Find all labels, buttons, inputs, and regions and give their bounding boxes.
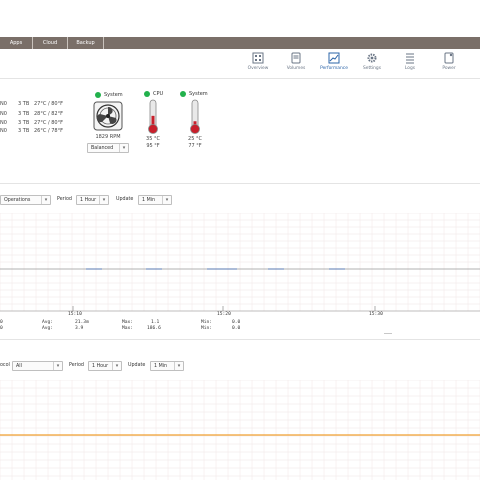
protocol-label: ocol xyxy=(0,363,10,368)
protocol-select[interactable]: All ▾ xyxy=(12,361,63,371)
system-thermometer-icon xyxy=(190,99,200,134)
metric-select[interactable]: Operations ▾ xyxy=(0,195,51,205)
toolbar-performance-button[interactable]: Performance xyxy=(314,52,354,76)
fan-status-dot xyxy=(95,92,101,98)
protocol-value: All xyxy=(16,364,22,369)
period-value: 1 Hour xyxy=(92,364,109,369)
update-value: 1 Min xyxy=(142,198,156,203)
stat-min-value: 0.0 xyxy=(232,320,241,325)
cpu-status-dot xyxy=(144,91,150,97)
stat-min-label: Min: xyxy=(201,320,213,325)
chevron-down-icon: ▾ xyxy=(174,362,183,370)
update-select[interactable]: 1 Min ▾ xyxy=(138,195,172,205)
disk-id: N0 xyxy=(0,120,7,126)
toolbar-settings-label: Settings xyxy=(362,66,381,71)
fan-rpm: 1829 RPM xyxy=(95,134,121,140)
update-value: 1 Min xyxy=(154,364,168,369)
period-select[interactable]: 1 Hour ▾ xyxy=(88,361,122,371)
fan-mode-value: Balanced xyxy=(91,146,114,151)
toolbar-volumes-label: Volumes xyxy=(286,66,306,71)
cpu-thermometer-icon xyxy=(148,99,158,134)
stat-avg-label: Avg: xyxy=(42,326,54,331)
toolbar-overview-button[interactable]: Overview xyxy=(238,52,278,76)
disk-id: N0 xyxy=(0,128,7,134)
stat-avg-value: 3.9 xyxy=(75,326,84,331)
operations-chart xyxy=(0,213,480,312)
stat-avg-label: Avg: xyxy=(42,320,54,325)
period-value: 1 Hour xyxy=(80,198,97,203)
cpu-label: CPU xyxy=(153,91,164,97)
gear-icon xyxy=(367,53,377,63)
chevron-down-icon: ▾ xyxy=(162,196,171,204)
cpu-temp-c: 35 °C xyxy=(146,136,160,142)
disk-id: N0 xyxy=(0,101,7,107)
system-temp-c: 25 °C xyxy=(188,136,202,142)
fan-icon xyxy=(93,101,123,131)
top-nav-bar: Apps Cloud Backup xyxy=(0,37,480,49)
chevron-down-icon: ▾ xyxy=(41,196,50,204)
disk-size: 3 TB xyxy=(18,120,30,126)
section-divider xyxy=(0,183,480,184)
fan-label: System xyxy=(104,92,123,98)
toolbar-divider xyxy=(0,78,480,79)
x-tick-label: 15:30 xyxy=(369,312,383,317)
period-label: Period xyxy=(57,197,72,202)
chevron-down-icon: ▾ xyxy=(99,196,108,204)
update-select[interactable]: 1 Min ▾ xyxy=(150,361,184,371)
system-temp-f: 77 °F xyxy=(188,143,202,149)
disk-temp: 28°C / 82°F xyxy=(34,111,63,117)
stat-max-label: Max: xyxy=(122,320,134,325)
stat-min-value: 0.0 xyxy=(232,326,241,331)
volumes-icon xyxy=(291,52,301,64)
toolbar-logs-label: Logs xyxy=(404,66,416,71)
disk-size: 3 TB xyxy=(18,111,30,117)
chevron-down-icon: ▾ xyxy=(119,144,128,152)
power-icon xyxy=(444,52,454,64)
period-label: Period xyxy=(69,363,84,368)
tab-apps[interactable]: Apps xyxy=(0,37,33,49)
toolbar-logs-button[interactable]: Logs xyxy=(390,52,430,76)
disk-temp: 27°C / 80°F xyxy=(34,120,63,126)
disk-size: 3 TB xyxy=(18,128,30,134)
overview-icon xyxy=(252,52,264,64)
disk-id: N0 xyxy=(0,111,7,117)
resize-grip[interactable] xyxy=(384,333,392,334)
update-label: Update xyxy=(128,363,146,368)
stat-max-value: 1.1 xyxy=(151,320,160,325)
stat-current: 0 xyxy=(0,320,3,325)
update-label: Update xyxy=(116,197,134,202)
chevron-down-icon: ▾ xyxy=(112,362,121,370)
toolbar-power-label: Power xyxy=(442,66,456,71)
toolbar-volumes-button[interactable]: Volumes xyxy=(276,52,316,76)
stat-max-value: 186.6 xyxy=(147,326,161,331)
system-label: System xyxy=(189,91,208,97)
chevron-down-icon: ▾ xyxy=(53,362,62,370)
tab-cloud[interactable]: Cloud xyxy=(33,37,68,49)
traffic-chart xyxy=(0,380,480,480)
toolbar-overview-label: Overview xyxy=(247,66,269,71)
cpu-temp-f: 95 °F xyxy=(146,143,160,149)
system-status-dot xyxy=(180,91,186,97)
logs-icon xyxy=(406,53,414,64)
period-select[interactable]: 1 Hour ▾ xyxy=(76,195,109,205)
section-divider xyxy=(0,339,480,340)
disk-temp: 26°C / 78°F xyxy=(34,128,63,134)
stat-max-label: Max: xyxy=(122,326,134,331)
performance-icon xyxy=(328,52,340,64)
stat-current: 0 xyxy=(0,326,3,331)
tab-backup[interactable]: Backup xyxy=(68,37,104,49)
disk-temp: 27°C / 80°F xyxy=(34,101,63,107)
stat-avg-value: 21.3m xyxy=(75,320,89,325)
disk-size: 3 TB xyxy=(18,101,30,107)
toolbar-settings-button[interactable]: Settings xyxy=(352,52,392,76)
fan-mode-select[interactable]: Balanced ▾ xyxy=(87,143,129,153)
stat-min-label: Min: xyxy=(201,326,213,331)
toolbar-performance-label: Performance xyxy=(320,66,348,71)
metric-value: Operations xyxy=(4,198,31,203)
x-tick-label: 15:10 xyxy=(68,312,82,317)
x-tick-label: 15:20 xyxy=(217,312,231,317)
toolbar-power-button[interactable]: Power xyxy=(429,52,469,76)
